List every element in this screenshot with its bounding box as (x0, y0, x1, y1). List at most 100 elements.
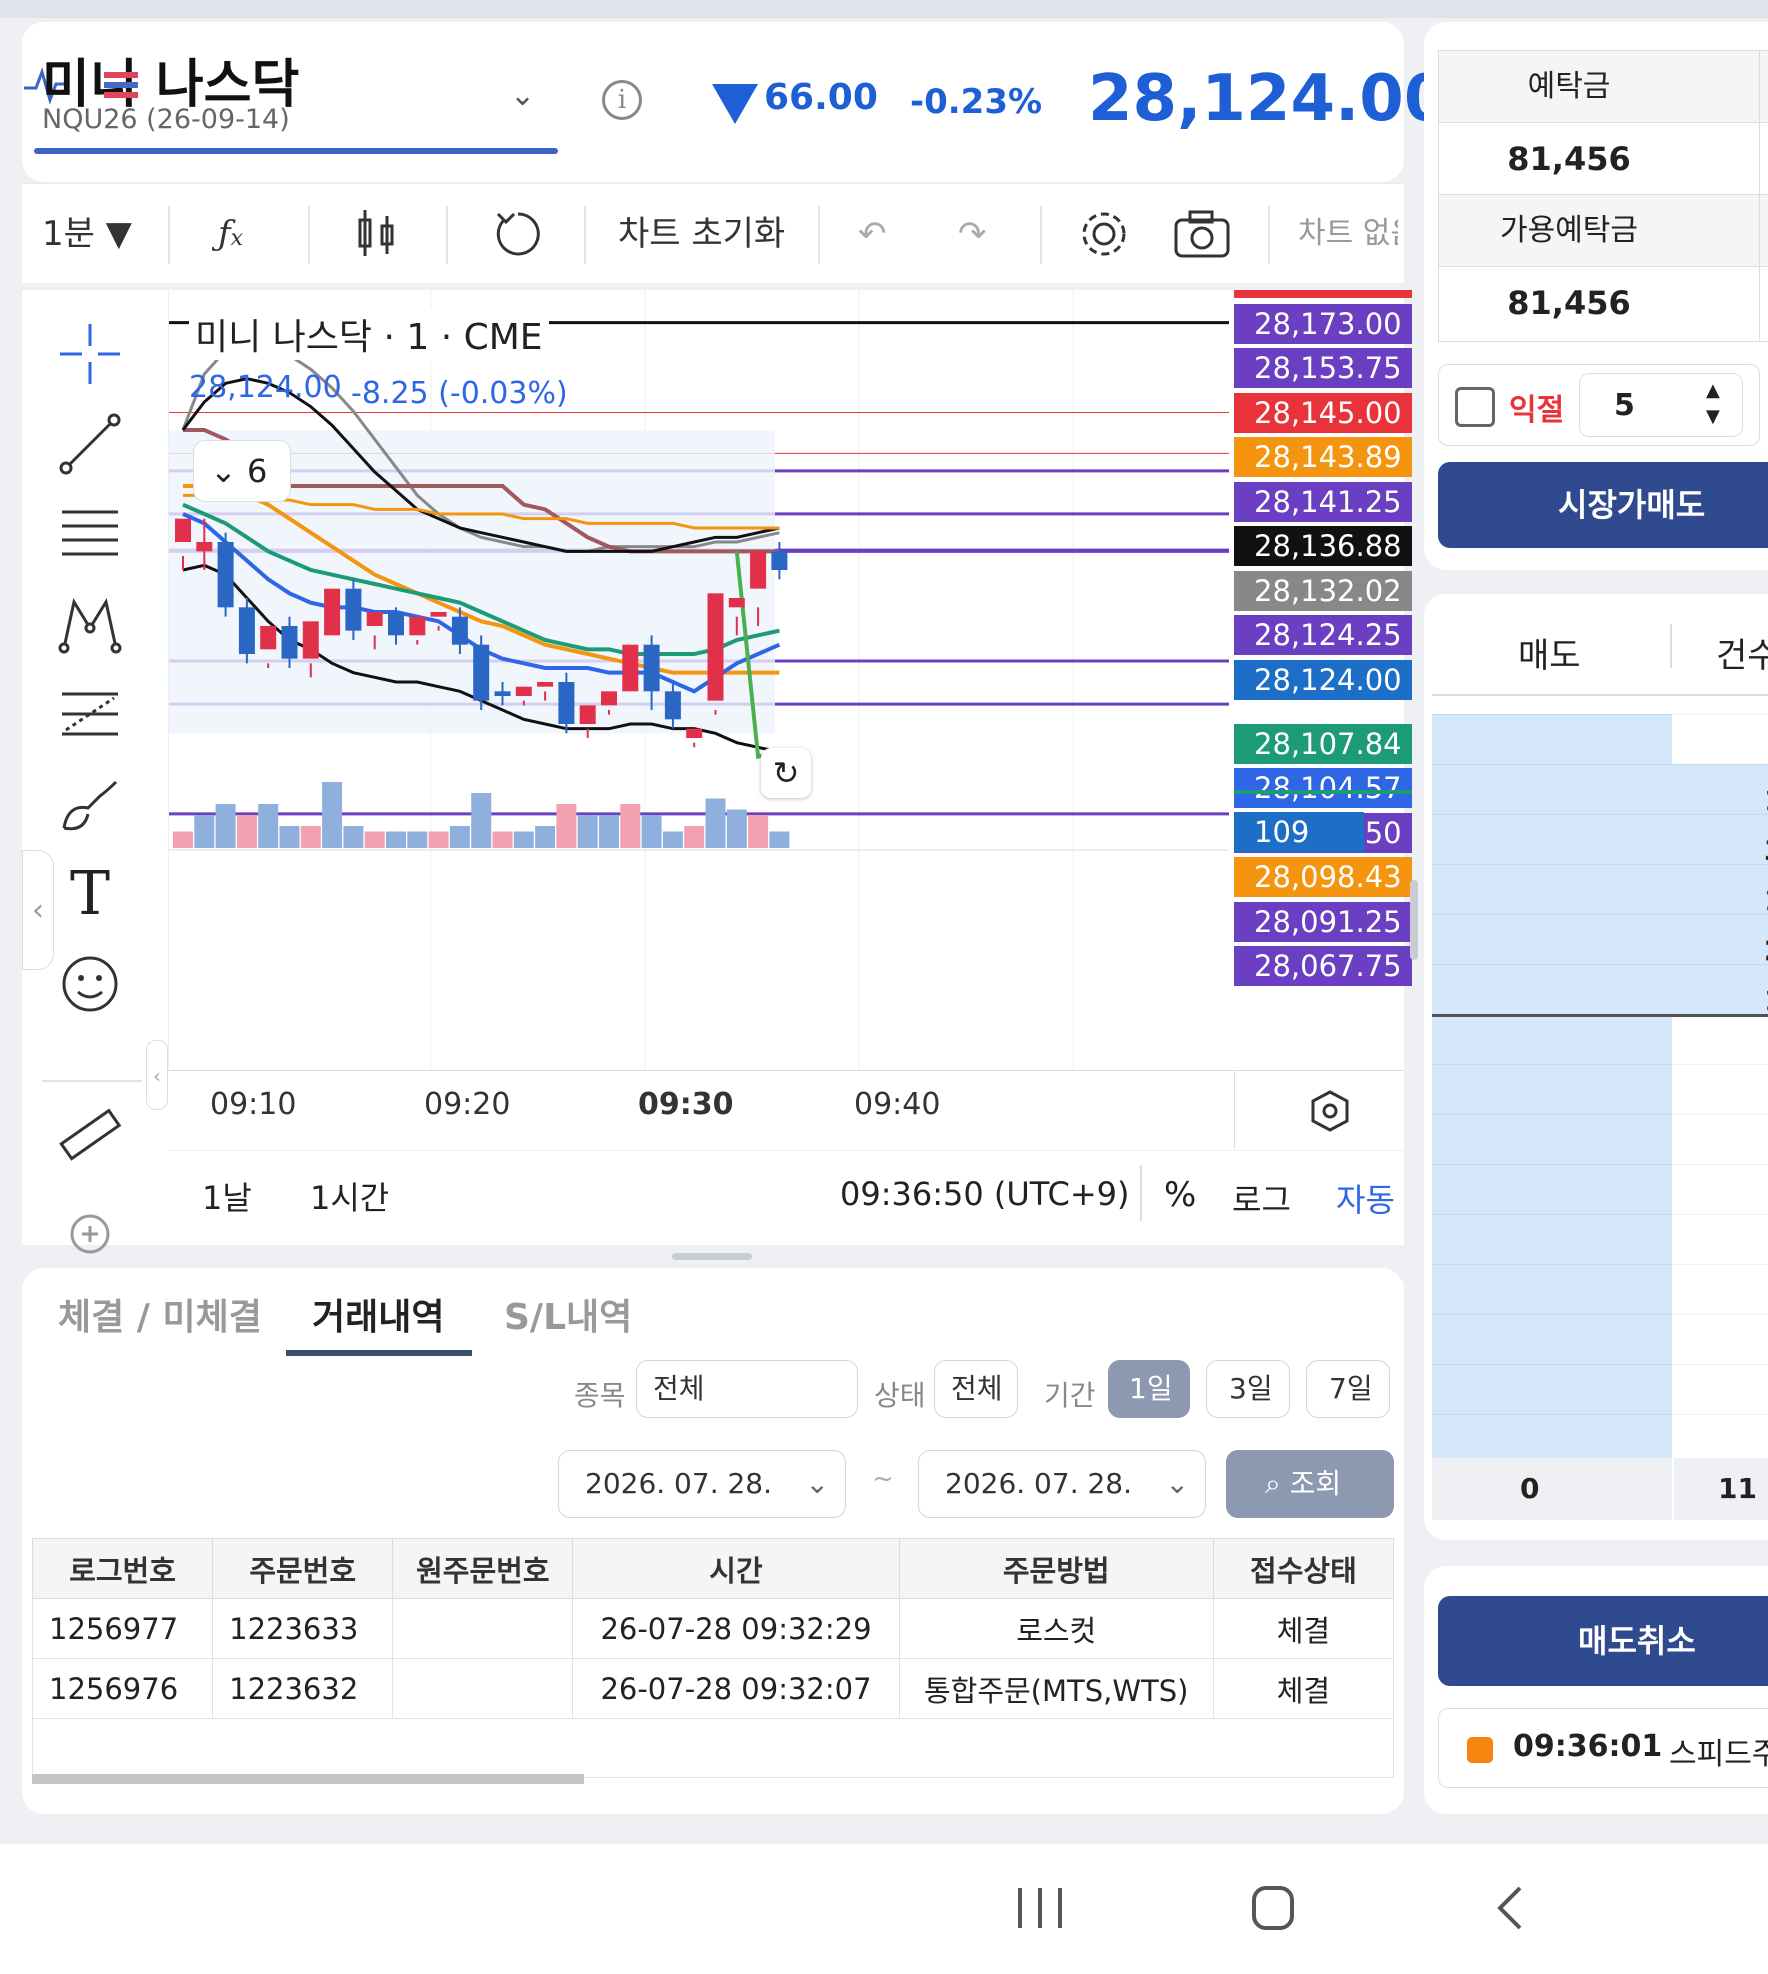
emoji-icon[interactable] (54, 948, 126, 1020)
stepper-arrows-icon[interactable]: ▲ ▼ (1706, 378, 1720, 430)
axis-settings-icon[interactable] (1308, 1089, 1352, 1133)
tab-fills[interactable]: 체결 / 미체결 (58, 1288, 262, 1340)
market-sell-button[interactable]: 시장가매도 (1438, 462, 1768, 548)
table-scrollbar[interactable] (32, 1774, 584, 1784)
back-icon[interactable] (1490, 1882, 1530, 1934)
volume-bar (194, 815, 215, 848)
info-icon[interactable]: i (602, 80, 642, 120)
candle-body (388, 612, 404, 636)
trend-line-icon[interactable] (54, 408, 126, 480)
collapse-sidebar-icon[interactable]: ‹ (22, 850, 54, 970)
column-header[interactable]: 시간 (572, 1538, 900, 1599)
filter-status-select[interactable]: 전체 (934, 1360, 1018, 1418)
search-button[interactable]: ⌕ 조회 (1226, 1450, 1394, 1518)
price-axis-label: 28,124.25 (1234, 615, 1412, 655)
book-count-column (1672, 764, 1768, 1014)
column-header[interactable]: 주문번호 (212, 1538, 394, 1599)
redo-icon[interactable]: ↷ (958, 206, 987, 262)
volume-bar (215, 804, 236, 848)
period-7d-button[interactable]: 7일 (1306, 1360, 1390, 1418)
cancel-sell-button[interactable]: 매도취소 (1438, 1596, 1768, 1686)
collapse-icon[interactable]: ‹ (146, 1040, 168, 1110)
volume-bar (705, 798, 726, 848)
column-header[interactable]: 원주문번호 (392, 1538, 574, 1599)
chart-canvas (169, 290, 1229, 1070)
column-header[interactable]: 접수상태 (1212, 1538, 1395, 1599)
down-triangle-icon (712, 84, 758, 124)
column-header[interactable]: 로그번호 (31, 1538, 214, 1599)
indicator-toggle[interactable]: ⌄ 6 (193, 440, 291, 502)
settings-gear-icon[interactable] (1076, 206, 1132, 262)
date-from-select[interactable]: 2026. 07. 28. ⌄ (558, 1450, 846, 1518)
percent-scale-button[interactable]: % (1164, 1175, 1196, 1215)
filter-item-label: 종목 (574, 1379, 626, 1412)
indicator-fx-icon[interactable]: ƒx (218, 206, 243, 262)
recent-apps-icon[interactable] (1012, 1884, 1068, 1932)
volume-bar (556, 804, 577, 848)
price-axis-label: 28,107.84 (1234, 724, 1412, 764)
reset-view-icon[interactable]: ↻ (761, 748, 811, 798)
filter-item-select[interactable]: 전체 (636, 1360, 858, 1418)
book-sell-column[interactable] (1432, 714, 1672, 1458)
period-1d-button[interactable]: 1일 (1108, 1360, 1190, 1418)
fib-icon[interactable] (54, 678, 126, 750)
available-deposit-label: 가용예탁금 (1439, 195, 1768, 267)
book-total-right: 11 (1718, 1472, 1757, 1505)
resize-handle[interactable] (672, 1253, 752, 1260)
qty-stepper[interactable]: 5 ▲ ▼ (1579, 373, 1743, 437)
price-axis-label: 28,153.75 (1234, 348, 1412, 388)
column-header[interactable]: 주문방법 (898, 1538, 1214, 1599)
book-count: 2 (1764, 934, 1768, 967)
table-empty-area (32, 1718, 1394, 1778)
auto-scale-button[interactable]: 자동 (1336, 1175, 1395, 1221)
chevron-down-icon: ⌄ (805, 1467, 829, 1500)
home-icon[interactable] (1248, 1882, 1298, 1934)
candle-body (217, 542, 234, 608)
take-profit-checkbox[interactable] (1455, 387, 1495, 427)
price-axis-label: 28,132.02 (1234, 571, 1412, 611)
log-scale-button[interactable]: 로그 (1232, 1175, 1291, 1221)
tab-trade-history[interactable]: 거래내역 (312, 1288, 444, 1340)
deposit-label: 예탁금 (1439, 51, 1768, 123)
volume-bar (258, 804, 279, 848)
text-tool-icon[interactable]: T (54, 858, 126, 930)
price-axis-label: 28,145.00 (1234, 393, 1412, 433)
range-1d-button[interactable]: 1날 (202, 1173, 252, 1219)
price-axis-label: 28,173.00 (1234, 304, 1412, 344)
chevron-down-icon: ⌄ (1165, 1467, 1189, 1500)
brush-icon[interactable] (54, 768, 126, 840)
undo-rotate-icon[interactable] (490, 206, 546, 262)
panel-resize-handle[interactable] (1410, 880, 1418, 960)
range-1h-button[interactable]: 1시간 (310, 1173, 389, 1219)
candle-body (622, 644, 639, 692)
camera-icon[interactable] (1172, 206, 1232, 262)
price-chart[interactable]: 미니 나스닥 · 1 · CME 28,124.00 -8.25 (-0.03%… (168, 290, 1229, 1070)
price-axis-label: 28,136.88 (1234, 526, 1412, 566)
table-row[interactable]: 1256976 1223632 26-07-28 09:32:07 통합주문(MTS,… (31, 1658, 1395, 1719)
current-price: 28,124.00 (1088, 62, 1449, 136)
horizontal-lines-icon[interactable] (54, 498, 126, 570)
volume-bar (620, 804, 641, 848)
crosshair-icon[interactable] (54, 318, 126, 390)
chevron-down-icon[interactable]: ⌄ (510, 78, 535, 113)
date-separator: ~ (872, 1464, 894, 1494)
ruler-icon[interactable] (54, 1100, 126, 1172)
take-profit-label: 익절 (1509, 393, 1565, 428)
table-row[interactable]: 1256977 1223633 26-07-28 09:32:29 로스컷 체결 (31, 1598, 1395, 1659)
chart-toolbar: 1분 ▼ ƒx 차트 초기화 ↶ ↷ 차트 없음 (22, 183, 1404, 283)
chart-legend-price: 28,124.00 (189, 370, 342, 405)
tab-sl-history[interactable]: S/L내역 (504, 1288, 632, 1340)
pattern-icon[interactable] (54, 588, 126, 660)
undo-icon[interactable]: ↶ (858, 206, 887, 262)
no-chart-button[interactable]: 차트 없음 (1298, 206, 1398, 262)
book-total-left: 0 (1520, 1472, 1540, 1505)
volume-bar (662, 831, 683, 848)
reset-chart-button[interactable]: 차트 초기화 (618, 206, 785, 262)
time-axis: 09:10 09:20 09:30 09:40 (168, 1070, 1404, 1149)
zoom-in-icon[interactable] (54, 1198, 126, 1270)
period-3d-button[interactable]: 3일 (1206, 1360, 1290, 1418)
interval-select[interactable]: 1분 ▼ (42, 206, 132, 262)
candle-type-icon[interactable] (354, 206, 400, 262)
date-to-select[interactable]: 2026. 07. 28. ⌄ (918, 1450, 1206, 1518)
volume-bar (513, 831, 534, 848)
